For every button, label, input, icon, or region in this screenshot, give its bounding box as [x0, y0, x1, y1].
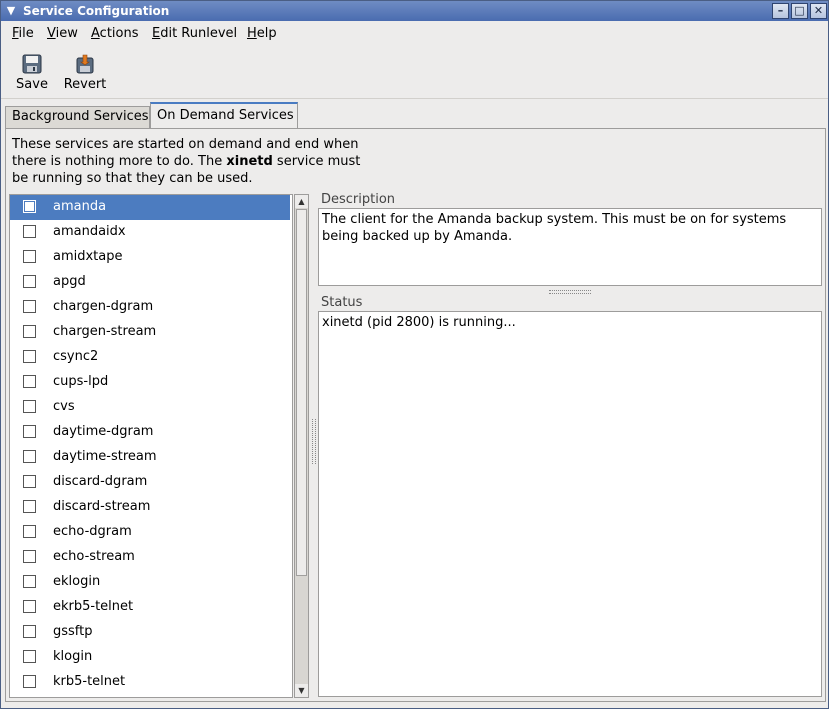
- list-item[interactable]: apgd: [10, 270, 290, 295]
- close-icon[interactable]: ✕: [810, 3, 827, 19]
- service-checkbox[interactable]: [23, 550, 36, 563]
- revert-icon: [76, 54, 94, 74]
- service-name: klogin: [53, 649, 93, 664]
- service-checkbox[interactable]: [23, 275, 36, 288]
- save-button[interactable]: Save: [13, 51, 51, 97]
- menu-view[interactable]: View: [47, 26, 78, 41]
- list-item[interactable]: daytime-stream: [10, 445, 290, 470]
- service-checkbox[interactable]: [23, 375, 36, 388]
- menu-bar: File View Actions Edit Runlevel Help: [1, 22, 828, 46]
- service-name: krb5-telnet: [53, 674, 126, 689]
- paned-divider-handle[interactable]: [312, 419, 316, 464]
- service-name: discard-stream: [53, 499, 151, 514]
- service-name: daytime-dgram: [53, 424, 154, 439]
- service-name: echo-dgram: [53, 524, 132, 539]
- list-item[interactable]: amidxtape: [10, 245, 290, 270]
- service-checkbox[interactable]: [23, 400, 36, 413]
- save-label: Save: [16, 77, 48, 92]
- service-name: cups-lpd: [53, 374, 109, 389]
- scrollbar-thumb[interactable]: [296, 209, 307, 576]
- tab-background-services[interactable]: Background Services: [5, 106, 150, 129]
- menu-file[interactable]: File: [12, 26, 34, 41]
- tab-label: Background Services: [12, 109, 149, 124]
- toolbar: Save Revert: [1, 47, 828, 99]
- service-checkbox[interactable]: [23, 650, 36, 663]
- list-item[interactable]: klogin: [10, 645, 290, 670]
- list-item[interactable]: eklogin: [10, 570, 290, 595]
- scroll-up-arrow-icon[interactable]: ▲: [295, 195, 308, 208]
- list-item[interactable]: echo-stream: [10, 545, 290, 570]
- scroll-down-arrow-icon[interactable]: ▼: [295, 684, 308, 697]
- intro-text: These services are started on demand and…: [12, 136, 372, 187]
- service-checkbox[interactable]: [23, 200, 36, 213]
- list-item[interactable]: cups-lpd: [10, 370, 290, 395]
- service-checkbox[interactable]: [23, 500, 36, 513]
- tab-label: On Demand Services: [157, 108, 294, 123]
- service-checkbox[interactable]: [23, 625, 36, 638]
- list-item[interactable]: discard-stream: [10, 495, 290, 520]
- service-name: amandaidx: [53, 224, 126, 239]
- tab-panel: These services are started on demand and…: [5, 128, 826, 702]
- list-item[interactable]: chargen-stream: [10, 320, 290, 345]
- service-checkbox[interactable]: [23, 600, 36, 613]
- vertical-paned-grip[interactable]: [549, 290, 591, 294]
- service-list[interactable]: amanda amandaidx amidxtape apgd chargen-dgra…: [9, 194, 293, 698]
- description-text[interactable]: The client for the Amanda backup system.…: [318, 208, 822, 286]
- title-bar[interactable]: ▼ Service Configuration – □ ✕: [1, 1, 828, 21]
- revert-label: Revert: [63, 77, 107, 92]
- service-name: echo-stream: [53, 549, 135, 564]
- list-item[interactable]: discard-dgram: [10, 470, 290, 495]
- service-checkbox[interactable]: [23, 425, 36, 438]
- list-item[interactable]: ekrb5-telnet: [10, 595, 290, 620]
- service-checkbox[interactable]: [23, 450, 36, 463]
- service-name: amanda: [53, 199, 107, 214]
- service-checkbox[interactable]: [23, 325, 36, 338]
- service-configuration-window: ▼ Service Configuration – □ ✕ File View …: [0, 0, 829, 709]
- service-name: amidxtape: [53, 249, 123, 264]
- list-item[interactable]: chargen-dgram: [10, 295, 290, 320]
- list-item[interactable]: csync2: [10, 345, 290, 370]
- service-name: apgd: [53, 274, 86, 289]
- service-name: eklogin: [53, 574, 101, 589]
- service-checkbox[interactable]: [23, 575, 36, 588]
- status-label: Status: [319, 295, 365, 310]
- list-item[interactable]: amandaidx: [10, 220, 290, 245]
- window-menu-icon[interactable]: ▼: [3, 3, 19, 19]
- status-text[interactable]: xinetd (pid 2800) is running...: [318, 311, 822, 697]
- revert-button[interactable]: Revert: [61, 51, 109, 97]
- maximize-icon[interactable]: □: [791, 3, 808, 19]
- service-checkbox[interactable]: [23, 250, 36, 263]
- list-item[interactable]: cvs: [10, 395, 290, 420]
- list-item[interactable]: gssftp: [10, 620, 290, 645]
- list-item[interactable]: daytime-dgram: [10, 420, 290, 445]
- service-name: daytime-stream: [53, 449, 157, 464]
- list-item[interactable]: amanda: [10, 195, 290, 220]
- window-title: Service Configuration: [23, 4, 170, 18]
- menu-help[interactable]: Help: [247, 26, 277, 41]
- service-checkbox[interactable]: [23, 675, 36, 688]
- service-name: discard-dgram: [53, 474, 148, 489]
- minimize-icon[interactable]: –: [772, 3, 789, 19]
- menu-actions[interactable]: Actions: [91, 26, 139, 41]
- description-label: Description: [319, 192, 398, 207]
- list-item[interactable]: echo-dgram: [10, 520, 290, 545]
- service-checkbox[interactable]: [23, 475, 36, 488]
- service-checkbox[interactable]: [23, 300, 36, 313]
- tab-on-demand-services[interactable]: On Demand Services: [150, 102, 298, 130]
- service-name: gssftp: [53, 624, 93, 639]
- save-icon: [22, 54, 42, 74]
- service-name: csync2: [53, 349, 99, 364]
- service-name: chargen-stream: [53, 324, 157, 339]
- intro-bold: xinetd: [226, 154, 273, 169]
- service-name: cvs: [53, 399, 75, 414]
- list-item[interactable]: krb5-telnet: [10, 670, 290, 695]
- service-checkbox[interactable]: [23, 525, 36, 538]
- service-checkbox[interactable]: [23, 225, 36, 238]
- menu-edit-runlevel[interactable]: Edit Runlevel: [152, 26, 237, 41]
- service-name: chargen-dgram: [53, 299, 154, 314]
- service-checkbox[interactable]: [23, 350, 36, 363]
- service-list-scrollbar[interactable]: ▲ ▼: [294, 194, 309, 698]
- service-name: ekrb5-telnet: [53, 599, 134, 614]
